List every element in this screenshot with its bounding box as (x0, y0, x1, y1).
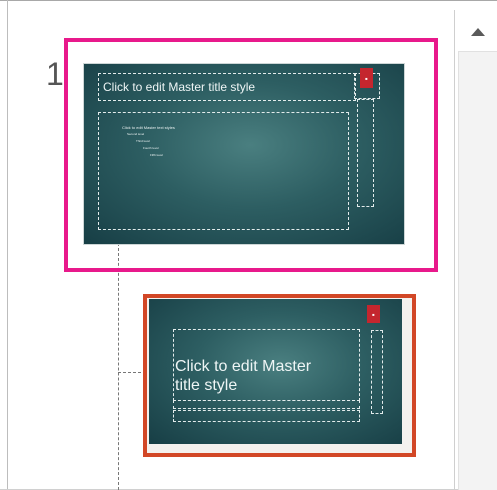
left-border (7, 0, 8, 490)
slide-number: 1 (46, 56, 64, 92)
master-body-level-5: Fifth level (150, 153, 163, 157)
title-slide-layout-thumbnail[interactable]: Click to edit Master title style ■ (149, 299, 402, 444)
layout-title-line-1: Click to edit Master (175, 358, 312, 375)
layout-date-placeholder (173, 410, 360, 422)
scrollbar-separator (454, 10, 455, 490)
layout-title-line-2: title style (175, 377, 238, 394)
layout-side-placeholder (371, 330, 383, 414)
slide-thumbnail-pane: 1 Click to edit Master title style Click… (0, 0, 497, 490)
master-title-text: Click to edit Master title style (103, 80, 256, 94)
master-body-level-2: Second level (127, 132, 145, 136)
layout-subtitle-placeholder (173, 400, 360, 409)
logo-icon: ■ (367, 305, 380, 323)
slide-master-thumbnail[interactable]: Click to edit Master title style Click t… (83, 63, 405, 245)
triangle-up-icon (470, 28, 485, 36)
master-layout-connector (118, 243, 119, 490)
master-body-level-1: Click to edit Master text styles (122, 125, 175, 130)
master-side-placeholder (357, 99, 374, 207)
scroll-up-button[interactable] (458, 13, 497, 52)
vertical-scrollbar[interactable] (458, 13, 497, 490)
master-body-level-4: Fourth level (143, 146, 159, 150)
logo-icon: ■ (360, 68, 373, 88)
master-body-level-3: Third level (136, 139, 150, 143)
top-border (0, 0, 497, 1)
layout-connector-branch (118, 372, 146, 373)
